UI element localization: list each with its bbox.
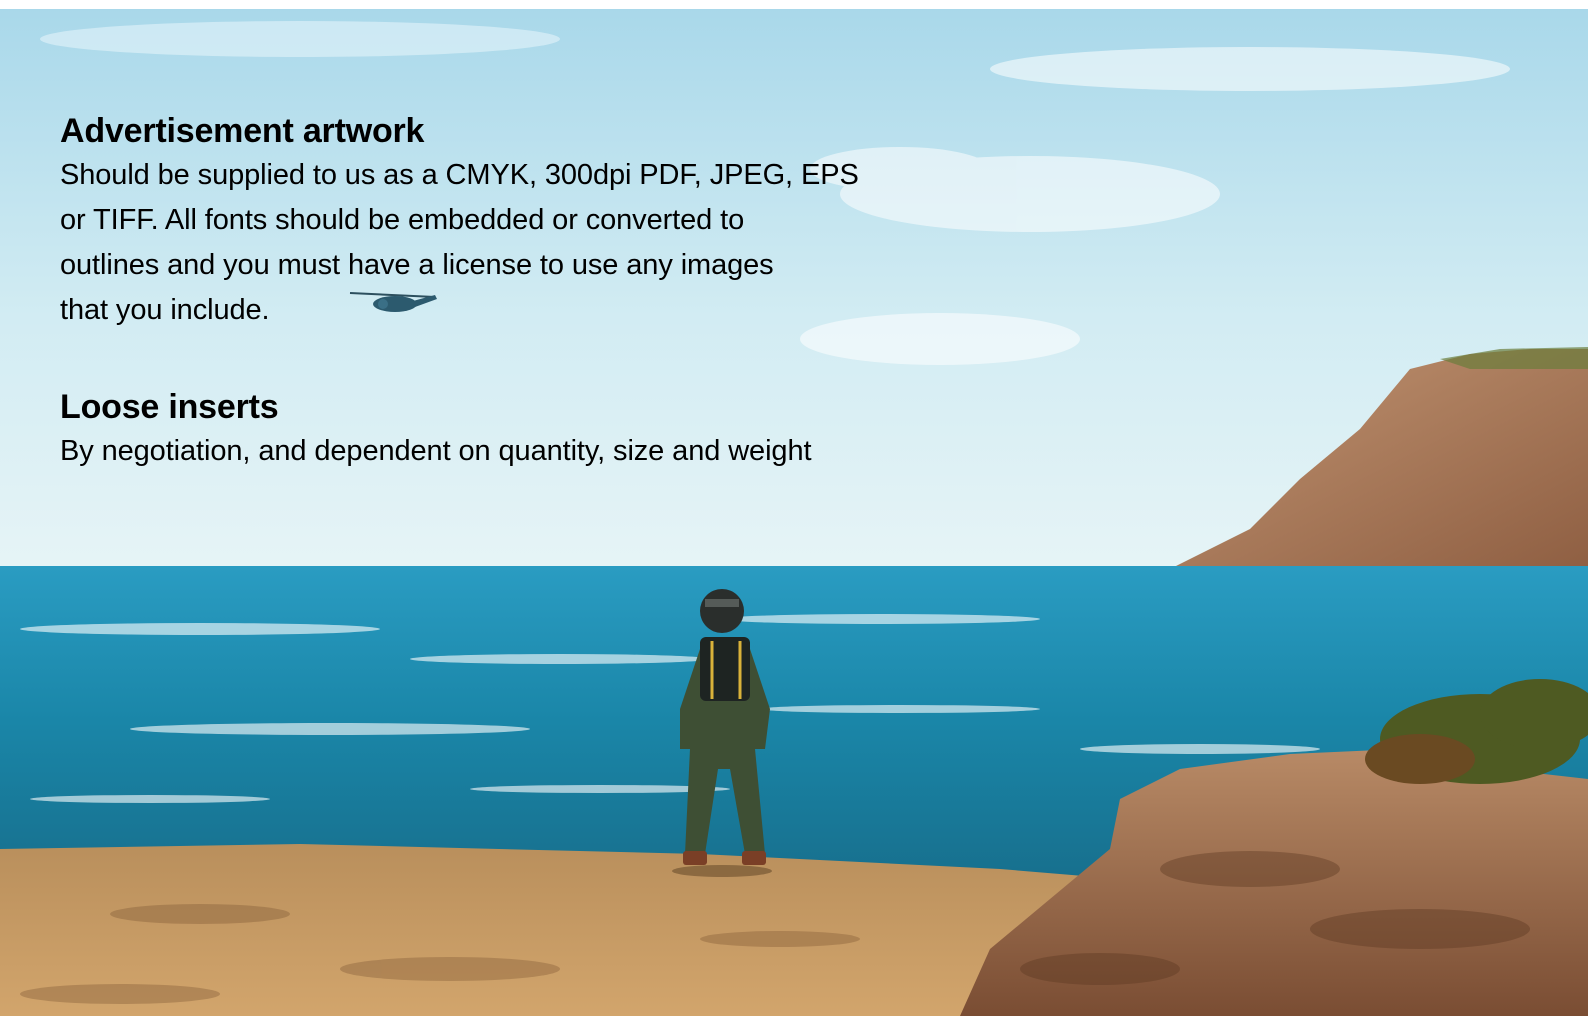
advertisement-artwork-section: Advertisement artwork Should be supplied… — [60, 109, 920, 333]
document-page: Advertisement artwork Should be supplied… — [0, 9, 1588, 1016]
section-body: Should be supplied to us as a CMYK, 300d… — [60, 159, 859, 326]
section-body: By negotiation, and dependent on quantit… — [60, 435, 812, 467]
section-heading: Loose inserts — [60, 388, 279, 426]
section-heading: Advertisement artwork — [60, 112, 425, 150]
loose-inserts-section: Loose inserts By negotiation, and depend… — [60, 385, 960, 474]
